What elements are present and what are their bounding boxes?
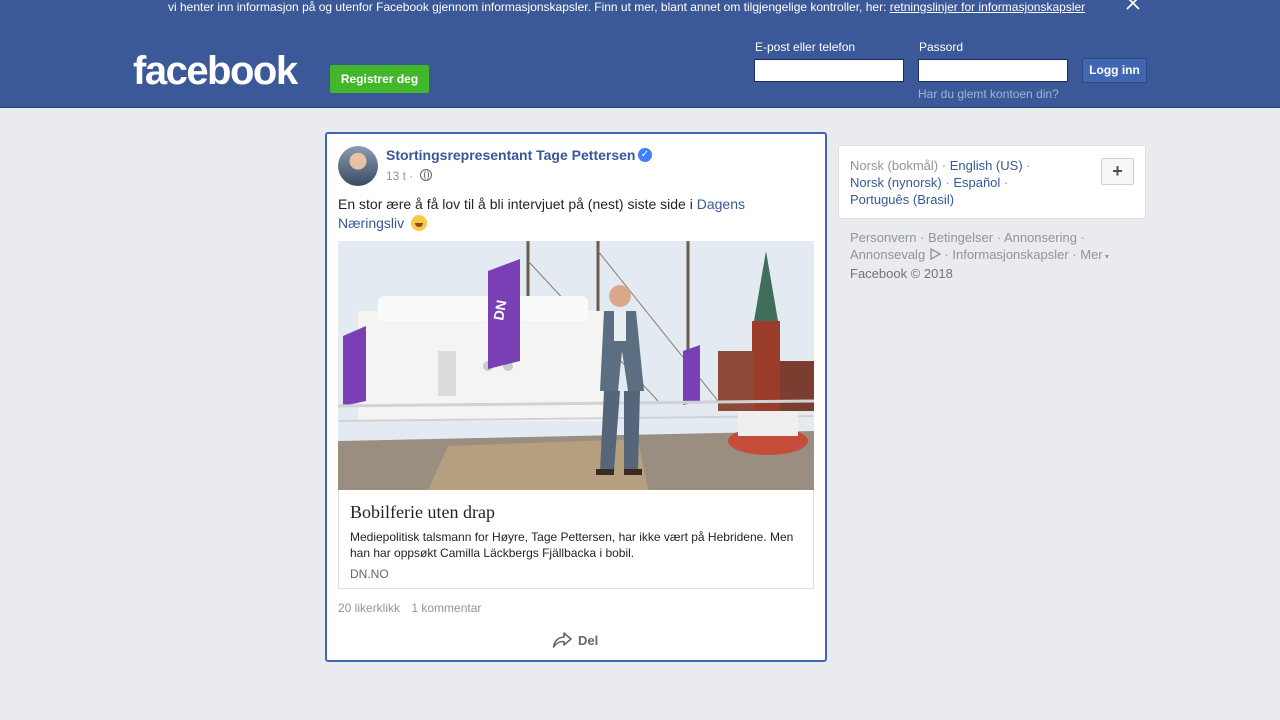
password-field[interactable] — [918, 59, 1068, 82]
language-list: Norsk (bokmål) · English (US) · Norsk (n… — [850, 158, 1031, 207]
facebook-logo[interactable]: facebook — [133, 49, 298, 93]
post-author[interactable]: Stortingsrepresentant Tage Pettersen — [386, 147, 635, 163]
language-item-nynorsk[interactable]: Norsk (nynorsk) — [850, 175, 942, 190]
share-arrow-icon — [552, 632, 572, 648]
globe-icon[interactable] — [419, 169, 432, 181]
email-field[interactable] — [754, 59, 904, 82]
avatar[interactable] — [338, 146, 378, 186]
close-icon[interactable] — [1124, 0, 1142, 12]
language-item-espanol[interactable]: Español — [953, 175, 1000, 190]
share-button[interactable]: Del — [552, 630, 598, 652]
login-button[interactable]: Logg inn — [1082, 58, 1147, 83]
add-language-button[interactable]: + — [1101, 158, 1134, 185]
forgot-account-link[interactable]: Har du glemt kontoen din? — [918, 87, 1059, 101]
email-label: E-post eller telefon — [755, 40, 856, 54]
cookie-policy-link[interactable]: retningslinjer for informasjonskapsler — [890, 0, 1085, 14]
password-label: Passord — [919, 40, 964, 54]
footer-link-terms[interactable]: Betingelser — [928, 230, 993, 245]
language-current: Norsk (bokmål) — [850, 158, 939, 173]
share-label: Del — [578, 633, 599, 648]
harbor-photo: DN — [338, 241, 814, 490]
footer-link-ad-choices[interactable]: Annonsevalg — [850, 247, 925, 262]
language-selector-box: Norsk (bokmål) · English (US) · Norsk (n… — [838, 145, 1146, 219]
verified-badge-icon: ✓ — [638, 148, 652, 162]
link-domain: DN.NO — [350, 567, 389, 581]
chevron-down-icon: ▾ — [1102, 252, 1109, 261]
link-description: Mediepolitisk talsmann for Høyre, Tage P… — [350, 530, 794, 560]
post-text: En stor ære å få lov til å bli intervjue… — [338, 195, 808, 233]
top-header: facebook Registrer deg E-post eller tele… — [0, 24, 1280, 108]
copyright: Facebook © 2018 — [850, 266, 953, 281]
footer-link-privacy[interactable]: Personvern — [850, 230, 916, 245]
cookie-banner-text-wrap: vi henter inn informasjon på og utenfor … — [168, 0, 1085, 14]
link-title: Bobilferie uten drap — [350, 502, 495, 522]
language-item-portugues[interactable]: Português (Brasil) — [850, 192, 954, 207]
footer-link-more[interactable]: Mer — [1080, 247, 1102, 262]
language-item-english[interactable]: English (US) — [950, 158, 1023, 173]
post-card: Stortingsrepresentant Tage Pettersen ✓ 1… — [325, 132, 827, 662]
likes-count[interactable]: 20 likerklikk — [338, 601, 400, 615]
cookie-banner-text: vi henter inn informasjon på og utenfor … — [168, 0, 887, 14]
register-button[interactable]: Registrer deg — [330, 65, 429, 93]
ad-choices-icon — [930, 248, 941, 260]
smile-emoji-icon — [411, 215, 428, 231]
footer-link-advertising[interactable]: Annonsering — [1004, 230, 1077, 245]
post-meta: 13 t · — [386, 169, 432, 183]
post-stats: 20 likerklikk 1 kommentar — [338, 601, 489, 615]
comments-count[interactable]: 1 kommentar — [411, 601, 481, 615]
footer-link-cookies[interactable]: Informasjonskapsler — [952, 247, 1068, 262]
post-text-body: En stor ære å få lov til å bli intervjue… — [338, 196, 693, 212]
post-time[interactable]: 13 t — [386, 169, 406, 183]
link-preview[interactable]: Bobilferie uten drap Mediepolitisk talsm… — [338, 490, 814, 589]
cookie-banner: vi henter inn informasjon på og utenfor … — [0, 0, 1280, 24]
post-image[interactable]: DN — [338, 241, 814, 490]
footer-links: Personvern · Betingelser · Annonsering ·… — [850, 230, 1109, 281]
